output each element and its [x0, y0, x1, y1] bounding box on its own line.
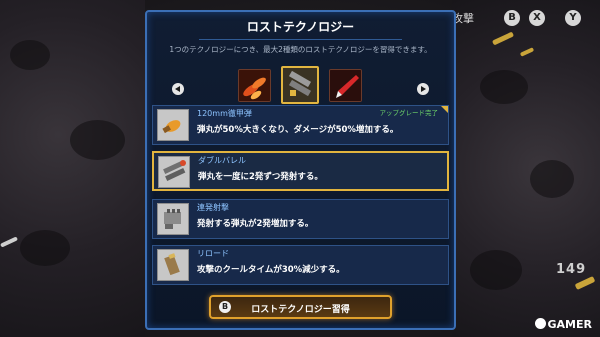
tech-name: 120mm徹甲弾 [197, 109, 252, 118]
double-barrel-icon [283, 68, 317, 102]
prev-arrow-icon[interactable] [172, 83, 184, 95]
panel-title: ロストテクノロジー [246, 20, 355, 34]
tech-description: 発射する弾丸が2発増加する。 [197, 219, 314, 229]
learn-button-label: ロストテクノロジー習得 [251, 305, 350, 315]
rock-decoration [480, 70, 528, 104]
tech-flame-shells[interactable] [238, 69, 271, 102]
double-barrel-icon [158, 156, 190, 188]
rock-decoration [70, 120, 125, 160]
armor-piercing-shell-icon [157, 109, 189, 141]
rock-decoration [20, 230, 70, 266]
y-button-icon[interactable]: Y [565, 10, 581, 26]
tech-row-reload[interactable]: リロード 攻撃のクールタイムが30%減少する。 [152, 245, 449, 285]
lost-technology-panel: ロストテクノロジー 1つのテクノロジーにつき、最大2種類のロストテクノロジーを習… [145, 10, 456, 330]
x-button-icon[interactable]: X [529, 10, 545, 26]
tech-red-missile[interactable] [329, 69, 362, 102]
red-missile-icon [330, 70, 361, 101]
tech-name: リロード [197, 249, 229, 258]
rock-decoration [530, 160, 574, 198]
corner-marker [441, 106, 448, 113]
tech-double-barrel-selected[interactable] [281, 66, 319, 104]
panel-subtitle: 1つのテクノロジーにつき、最大2種類のロストテクノロジーを習得できます。 [169, 45, 432, 54]
hud-counter: 149 [556, 262, 587, 277]
rock-decoration [10, 40, 50, 70]
tech-name: 連発射撃 [197, 203, 229, 212]
upgrade-complete-badge: アップグレード完了 [379, 109, 439, 117]
watermark: GAMER [534, 318, 592, 331]
learn-lost-technology-button[interactable]: B ロストテクノロジー習得 [209, 295, 392, 319]
tech-row-120mm[interactable]: 120mm徹甲弾 弾丸が50%大きくなり、ダメージが50%増加する。 アップグレ… [152, 105, 449, 145]
tech-description: 弾丸が50%大きくなり、ダメージが50%増加する。 [197, 125, 399, 135]
tech-description: 攻撃のクールタイムが30%減少する。 [197, 265, 345, 275]
reload-magazine-icon [157, 249, 189, 281]
title-divider [199, 39, 402, 40]
rapid-fire-icon [157, 203, 189, 235]
next-arrow-icon[interactable] [417, 83, 429, 95]
tech-row-double-barrel[interactable]: ダブルバレル 弾丸を一度に2発ずつ発射する。 [152, 151, 449, 191]
tech-row-rapid-fire[interactable]: 連発射撃 発射する弾丸が2発増加する。 [152, 199, 449, 239]
b-button-icon[interactable]: B [504, 10, 520, 26]
rock-decoration [470, 250, 522, 290]
gamer-logo-icon [534, 318, 546, 329]
tech-name: ダブルバレル [198, 156, 246, 165]
tech-description: 弾丸を一度に2発ずつ発射する。 [198, 172, 323, 182]
flame-shells-icon [239, 70, 270, 101]
